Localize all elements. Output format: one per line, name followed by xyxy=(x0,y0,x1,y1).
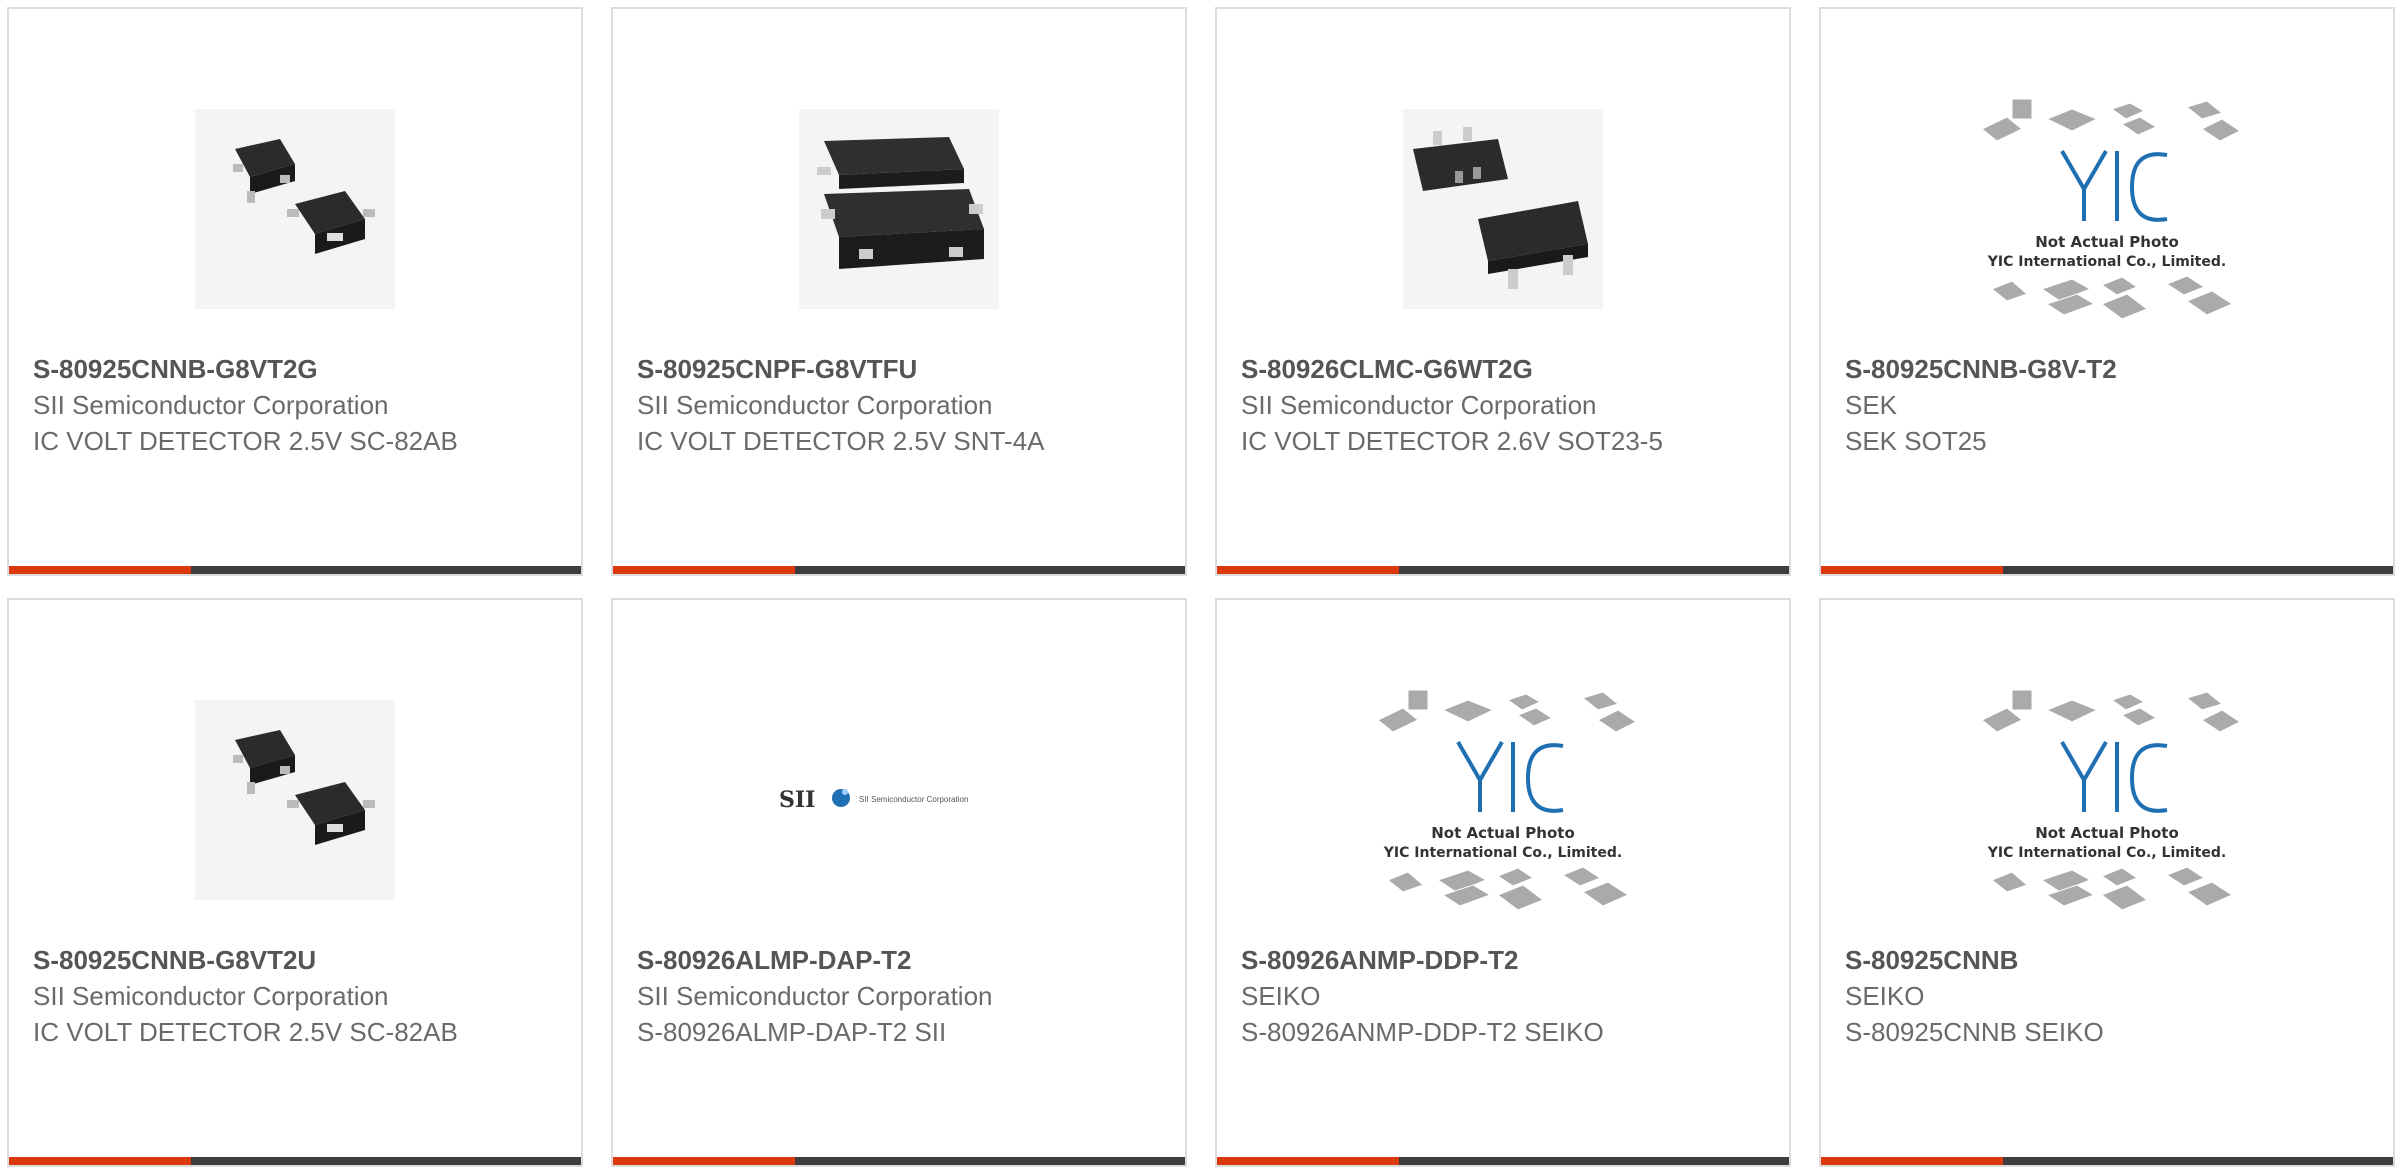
card-bar-accent xyxy=(9,566,191,574)
manufacturer: SII Semiconductor Corporation xyxy=(637,981,993,1011)
product-card[interactable]: S-80926CLMC-G6WT2G SII Semiconductor Cor… xyxy=(1215,7,1791,576)
product-image[interactable]: Not Actual Photo YIC International Co., … xyxy=(1217,660,1789,940)
card-bar xyxy=(613,1157,1185,1165)
manufacturer: SII Semiconductor Corporation xyxy=(1241,390,1597,420)
sc82ab-chip-image xyxy=(195,109,395,309)
card-bar-accent xyxy=(1821,566,2003,574)
product-card[interactable]: Not Actual Photo YIC International Co., … xyxy=(1819,7,2395,576)
yic-placeholder-image: Not Actual Photo YIC International Co., … xyxy=(1377,689,1637,911)
product-image[interactable] xyxy=(613,69,1185,349)
product-card[interactable]: Not Actual Photo YIC International Co., … xyxy=(1819,598,2395,1167)
product-card[interactable]: S-80925CNNB-G8VT2U SII Semiconductor Cor… xyxy=(7,598,583,1167)
product-meta: S-80925CNNB SEIKO S-80925CNNB SEIKO xyxy=(1845,942,2275,1050)
product-meta: S-80925CNNB-G8VT2U SII Semiconductor Cor… xyxy=(33,942,463,1050)
description: S-80926ANMP-DDP-T2 SEIKO xyxy=(1241,1017,1604,1047)
manufacturer: SEK xyxy=(1845,390,1898,420)
product-image[interactable] xyxy=(9,660,581,940)
part-number[interactable]: S-80925CNNB-G8VT2G xyxy=(33,351,463,387)
placeholder-line2: YIC International Co., Limited. xyxy=(1987,845,2226,861)
placeholder-line2: YIC International Co., Limited. xyxy=(1383,845,1622,861)
part-number[interactable]: S-80925CNPF-G8VTFU xyxy=(637,351,1067,387)
product-card[interactable]: S-80925CNPF-G8VTFU SII Semiconductor Cor… xyxy=(611,7,1187,576)
product-card[interactable]: S-80925CNNB-G8VT2G SII Semiconductor Cor… xyxy=(7,7,583,576)
part-number[interactable]: S-80925CNNB-G8V-T2 xyxy=(1845,351,2275,387)
product-image[interactable]: Not Actual Photo YIC International Co., … xyxy=(1821,69,2393,349)
placeholder-line1: Not Actual Photo xyxy=(2035,233,2179,251)
card-bar-accent xyxy=(613,1157,795,1165)
card-bar xyxy=(9,1157,581,1165)
description: S-80925CNNB SEIKO xyxy=(1845,1017,2104,1047)
yic-placeholder-image: Not Actual Photo YIC International Co., … xyxy=(1981,98,2241,320)
manufacturer: SEIKO xyxy=(1845,981,1925,1011)
sot23-chip-image xyxy=(1403,109,1603,309)
card-bar-accent xyxy=(1217,566,1399,574)
product-image[interactable]: SII SII Semiconductor Corporation xyxy=(613,660,1185,940)
card-bar-accent xyxy=(1217,1157,1399,1165)
product-card[interactable]: Not Actual Photo YIC International Co., … xyxy=(1215,598,1791,1167)
yic-placeholder-image: Not Actual Photo YIC International Co., … xyxy=(1981,689,2241,911)
snt4a-chip-image xyxy=(799,109,999,309)
product-meta: S-80925CNNB-G8VT2G SII Semiconductor Cor… xyxy=(33,351,463,459)
product-meta: S-80926ANMP-DDP-T2 SEIKO S-80926ANMP-DDP… xyxy=(1241,942,1671,1050)
sii-logo-name: SII Semiconductor Corporation xyxy=(859,795,968,804)
part-number[interactable]: S-80926ANMP-DDP-T2 xyxy=(1241,942,1671,978)
part-number[interactable]: S-80925CNNB xyxy=(1845,942,2275,978)
description: S-80926ALMP-DAP-T2 SII xyxy=(637,1017,947,1047)
product-meta: S-80926CLMC-G6WT2G SII Semiconductor Cor… xyxy=(1241,351,1671,459)
placeholder-line2: YIC International Co., Limited. xyxy=(1987,254,2226,270)
product-meta: S-80925CNNB-G8V-T2 SEK SEK SOT25 xyxy=(1845,351,2275,459)
description: IC VOLT DETECTOR 2.5V SNT-4A xyxy=(637,426,1045,456)
card-bar xyxy=(613,566,1185,574)
product-grid: S-80925CNNB-G8VT2G SII Semiconductor Cor… xyxy=(0,0,2400,1167)
product-image[interactable] xyxy=(1217,69,1789,349)
product-image[interactable]: Not Actual Photo YIC International Co., … xyxy=(1821,660,2393,940)
card-bar xyxy=(1821,1157,2393,1165)
product-meta: S-80925CNPF-G8VTFU SII Semiconductor Cor… xyxy=(637,351,1067,459)
sii-logo-image: SII SII Semiconductor Corporation xyxy=(779,787,968,813)
card-bar-accent xyxy=(613,566,795,574)
placeholder-line1: Not Actual Photo xyxy=(1431,824,1575,842)
part-number[interactable]: S-80925CNNB-G8VT2U xyxy=(33,942,463,978)
manufacturer: SII Semiconductor Corporation xyxy=(637,390,993,420)
manufacturer: SII Semiconductor Corporation xyxy=(33,390,389,420)
product-image[interactable] xyxy=(9,69,581,349)
card-bar-accent xyxy=(9,1157,191,1165)
card-bar xyxy=(1217,1157,1789,1165)
part-number[interactable]: S-80926ALMP-DAP-T2 xyxy=(637,942,1067,978)
description: IC VOLT DETECTOR 2.6V SOT23-5 xyxy=(1241,426,1663,456)
card-bar xyxy=(1217,566,1789,574)
card-bar xyxy=(9,566,581,574)
card-bar xyxy=(1821,566,2393,574)
manufacturer: SEIKO xyxy=(1241,981,1321,1011)
product-card[interactable]: SII SII Semiconductor Corporation S-8092… xyxy=(611,598,1187,1167)
part-number[interactable]: S-80926CLMC-G6WT2G xyxy=(1241,351,1671,387)
card-bar-accent xyxy=(1821,1157,2003,1165)
sc82ab-chip-image xyxy=(195,700,395,900)
description: IC VOLT DETECTOR 2.5V SC-82AB xyxy=(33,426,458,456)
product-meta: S-80926ALMP-DAP-T2 SII Semiconductor Cor… xyxy=(637,942,1067,1050)
description: SEK SOT25 xyxy=(1845,426,1987,456)
placeholder-line1: Not Actual Photo xyxy=(2035,824,2179,842)
description: IC VOLT DETECTOR 2.5V SC-82AB xyxy=(33,1017,458,1047)
sii-logo-mark: SII xyxy=(779,787,815,813)
manufacturer: SII Semiconductor Corporation xyxy=(33,981,389,1011)
